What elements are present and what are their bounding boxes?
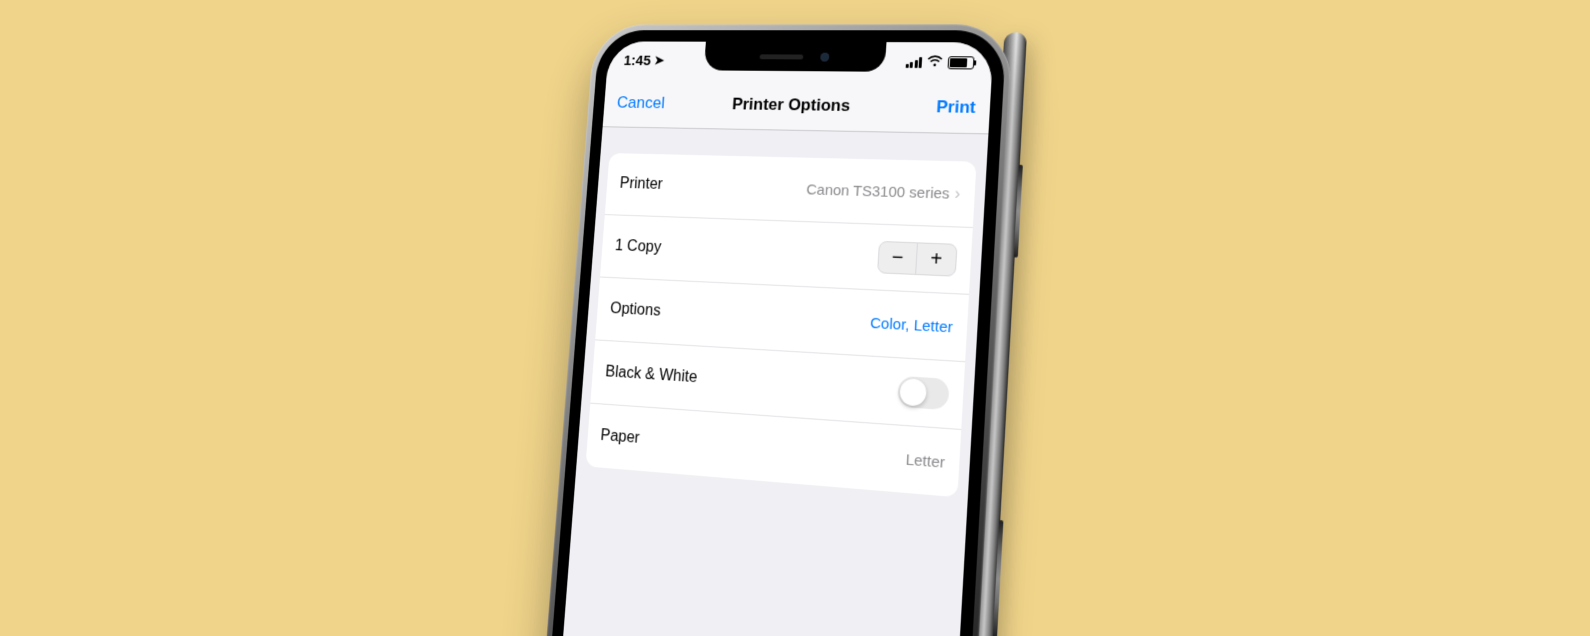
speaker-icon (759, 54, 803, 59)
nav-bar: Cancel Printer Options Print (603, 79, 992, 134)
notch (704, 42, 887, 72)
phone-screen: 1:45 ➤ Cancel Printer O (551, 41, 993, 636)
options-label: Options (610, 300, 662, 320)
settings-group: Printer Canon TS3100 series › 1 Copy − (585, 153, 976, 497)
options-value: Color, Letter (870, 314, 954, 336)
phone-mockup: 1:45 ➤ Cancel Printer O (534, 24, 1013, 636)
copies-stepper: − + (877, 241, 958, 277)
status-left: 1:45 ➤ (623, 52, 665, 68)
side-button-top (1014, 165, 1023, 258)
print-button[interactable]: Print (936, 97, 976, 118)
clock: 1:45 (623, 52, 651, 68)
paper-value: Letter (905, 451, 945, 472)
battery-icon (948, 56, 975, 69)
cell-signal-icon (905, 57, 922, 68)
copies-label: 1 Copy (614, 238, 661, 257)
camera-icon (820, 52, 829, 61)
increment-button[interactable]: + (916, 243, 956, 275)
side-button-bottom (993, 520, 1004, 636)
wifi-icon (926, 55, 943, 69)
toggle-knob (899, 378, 927, 407)
bw-label: Black & White (605, 363, 698, 387)
bw-toggle[interactable] (897, 376, 950, 410)
location-icon: ➤ (654, 53, 665, 68)
status-right (905, 55, 975, 69)
decrement-button[interactable]: − (878, 242, 918, 274)
phone-frame: 1:45 ➤ Cancel Printer O (534, 24, 1013, 636)
cancel-button[interactable]: Cancel (616, 93, 665, 113)
content-area: Printer Canon TS3100 series › 1 Copy − (551, 126, 988, 636)
chevron-right-icon: › (954, 184, 961, 205)
printer-value: Canon TS3100 series › (806, 179, 961, 204)
printer-name: Canon TS3100 series (806, 181, 950, 202)
stage: 1:45 ➤ Cancel Printer O (0, 0, 1590, 636)
printer-label: Printer (619, 175, 663, 194)
phone-bezel: 1:45 ➤ Cancel Printer O (540, 30, 1007, 636)
paper-label: Paper (600, 427, 640, 448)
